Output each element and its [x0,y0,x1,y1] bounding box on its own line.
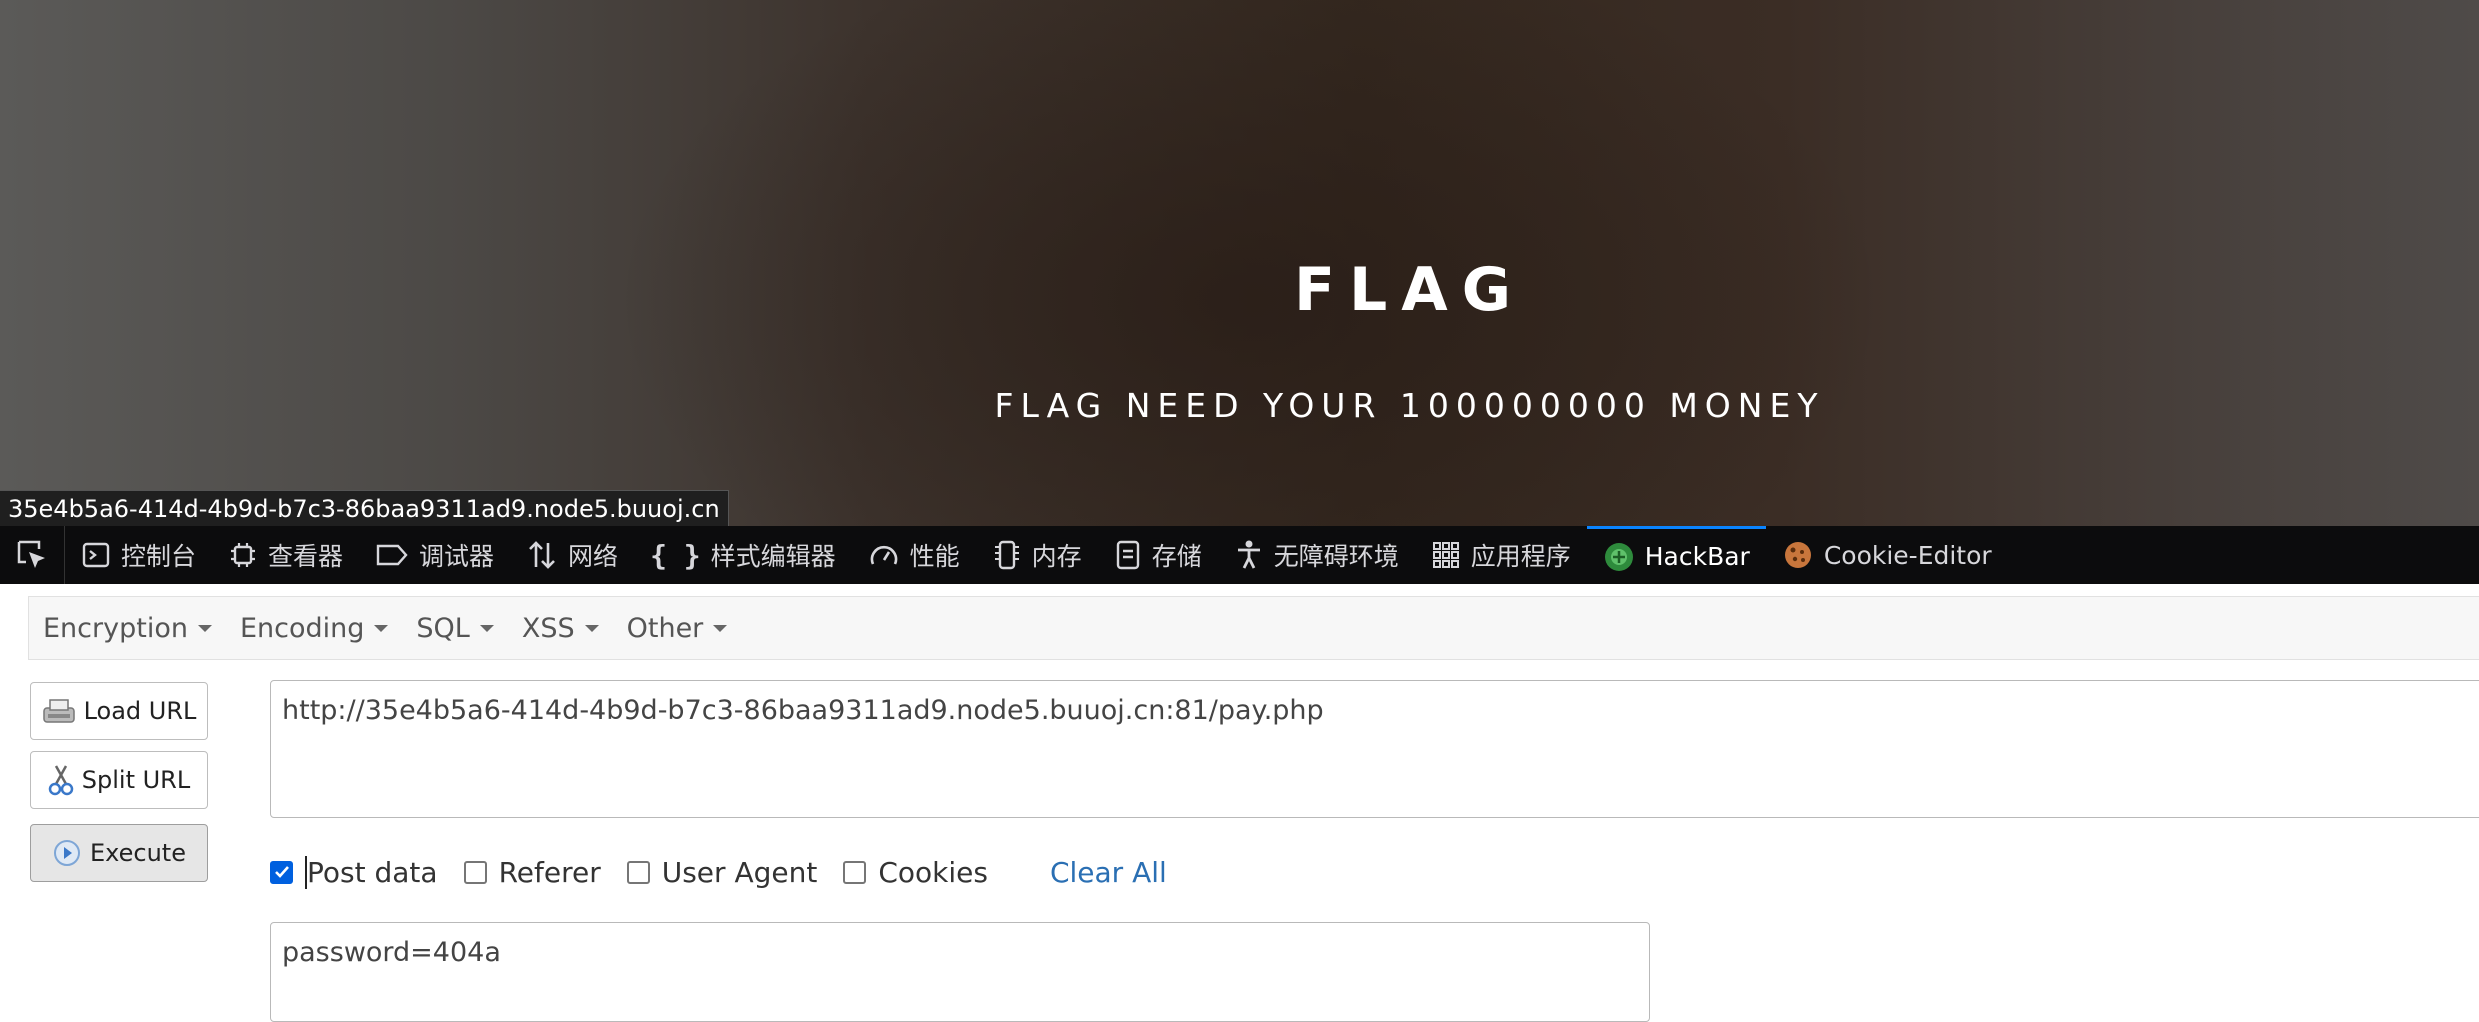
cookies-checkbox[interactable] [843,860,867,884]
referer-label: Referer [498,855,601,889]
tab-label: Cookie-Editor [1823,540,1992,570]
page-subtitle: FLAG NEED YOUR 100000000 MONEY [994,386,1825,425]
tab-cookie-editor[interactable]: Cookie-Editor [1766,526,2008,584]
debugger-icon [375,540,409,570]
tab-accessibility[interactable]: 无障碍环境 [1218,526,1415,584]
cookie-icon [1782,539,1814,571]
inspector-icon [228,540,258,570]
cookies-option[interactable]: Cookies [843,856,988,889]
tab-label: HackBar [1644,542,1750,571]
caret-down-icon [584,624,599,632]
page-hero: FLAG FLAG NEED YOUR 100000000 MONEY 35e4… [0,0,2479,527]
tab-label: 存储 [1151,542,1202,571]
tab-style-editor[interactable]: { } 样式编辑器 [634,526,852,584]
caret-down-icon [713,624,728,632]
tab-label: 无障碍环境 [1273,542,1399,571]
tab-inspector[interactable]: 查看器 [212,526,359,584]
element-picker-icon [17,540,45,568]
menu-sql[interactable]: SQL [402,613,507,644]
user-agent-label: User Agent [661,855,818,889]
storage-icon [1114,539,1142,571]
tab-label: 调试器 [419,542,495,571]
element-picker-button[interactable] [0,526,65,584]
split-url-button[interactable]: Split URL [30,751,208,809]
tab-storage[interactable]: 存储 [1098,526,1218,584]
post-data-input[interactable]: password=404a [270,922,1650,1022]
page-title: FLAG [1294,255,1525,325]
referer-option[interactable]: Referer [463,855,601,889]
style-editor-icon: { } [650,538,701,572]
status-bar-url: 35e4b5a6-414d-4b9d-b7c3-86baa9311ad9.nod… [0,490,729,527]
tab-label: 网络 [568,542,619,571]
tab-label: 样式编辑器 [710,542,836,571]
caret-down-icon [479,624,494,632]
tab-console[interactable]: 控制台 [65,526,212,584]
post-data-checkbox[interactable] [270,860,293,884]
performance-icon [868,540,900,570]
hackbar-icon [1603,541,1635,573]
post-data-label: Post data [305,855,438,889]
caret-down-icon [374,624,389,632]
tab-label: 应用程序 [1470,542,1571,571]
accessibility-icon [1234,539,1264,571]
referer-checkbox[interactable] [463,860,487,884]
load-url-button[interactable]: Load URL [30,682,208,740]
url-input[interactable]: http://35e4b5a6-414d-4b9d-b7c3-86baa9311… [270,680,2479,818]
tab-label: 性能 [909,542,960,571]
post-data-option[interactable]: Post data [270,855,438,889]
check-icon [274,866,289,878]
tab-performance[interactable]: 性能 [852,526,976,584]
cookies-label: Cookies [878,855,988,889]
scissors-icon [48,763,74,797]
devtools-toolbar: 控制台 查看器 调试器 网络 { } 样式编辑器 性能 内存 存储 无障碍环境 … [0,526,2479,584]
tab-label: 查看器 [268,542,344,571]
play-icon [52,838,82,868]
menu-encoding[interactable]: Encoding [226,613,402,644]
tab-network[interactable]: 网络 [510,526,634,584]
menu-other[interactable]: Other [613,613,742,644]
tab-application[interactable]: 应用程序 [1415,526,1587,584]
tab-memory[interactable]: 内存 [976,526,1098,584]
user-agent-checkbox[interactable] [626,860,650,884]
tab-label: 控制台 [121,542,197,571]
memory-icon [992,539,1022,571]
console-icon [81,540,111,570]
tab-debugger[interactable]: 调试器 [359,526,510,584]
execute-button[interactable]: Execute [30,824,208,882]
user-agent-option[interactable]: User Agent [626,855,818,889]
hackbar-menubar: Encryption Encoding SQL XSS Other [28,596,2479,660]
network-icon [526,539,558,571]
clear-all-link[interactable]: Clear All [1050,856,1167,889]
load-url-icon [42,696,76,726]
menu-xss[interactable]: XSS [508,613,613,644]
application-icon [1431,540,1461,570]
tab-label: 内存 [1031,542,1082,571]
tab-hackbar[interactable]: HackBar [1586,526,1766,584]
request-options: Post data Referer User Agent Cookies Cle… [270,850,1167,894]
menu-encryption[interactable]: Encryption [29,613,226,644]
caret-down-icon [197,624,212,632]
